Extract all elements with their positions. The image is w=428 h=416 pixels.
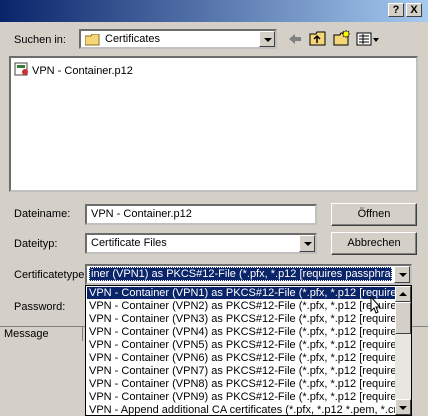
list-item[interactable]: VPN - Container (VPN9) as PKCS#12-File (… <box>87 391 397 403</box>
chevron-down-icon[interactable] <box>259 31 275 47</box>
scroll-down-icon[interactable] <box>395 399 411 415</box>
list-item[interactable]: VPN - Container (VPN8) as PKCS#12-File (… <box>87 378 397 390</box>
view-menu-icon[interactable] <box>356 32 380 49</box>
scroll-up-icon[interactable] <box>395 286 411 302</box>
list-item[interactable]: VPN - Container.p12 <box>14 61 133 80</box>
close-button[interactable]: X <box>406 3 422 17</box>
filetype-select[interactable]: Certificate Files <box>85 233 317 254</box>
folder-icon <box>84 33 101 49</box>
status-message: Message <box>4 328 49 340</box>
new-folder-icon[interactable] <box>333 29 351 50</box>
certtype-value: iner (VPN1) as PKCS#12-File (*.pfx, *.p1… <box>89 267 392 281</box>
list-item[interactable]: VPN - Container (VPN3) as PKCS#12-File (… <box>87 313 397 325</box>
list-item[interactable]: VPN - Append additional CA certificates … <box>87 404 397 415</box>
up-folder-icon[interactable] <box>309 31 327 50</box>
mouse-cursor-icon <box>370 295 382 317</box>
chevron-down-icon[interactable] <box>394 266 410 283</box>
list-item[interactable]: VPN - Container (VPN2) as PKCS#12-File (… <box>87 300 397 312</box>
list-item[interactable]: VPN - Container (VPN1) as PKCS#12-File (… <box>87 287 397 299</box>
list-item[interactable]: VPN - Container (VPN5) as PKCS#12-File (… <box>87 339 397 351</box>
filename-value: VPN - Container.p12 <box>91 208 192 220</box>
certtype-label: Certificatetype: <box>14 269 88 281</box>
list-item[interactable]: VPN - Container (VPN4) as PKCS#12-File (… <box>87 326 397 338</box>
open-button[interactable]: Öffnen <box>331 203 417 226</box>
password-label: Password: <box>14 301 66 313</box>
lookin-combo[interactable]: Certificates <box>79 29 277 49</box>
list-item[interactable]: VPN - Container (VPN6) as PKCS#12-File (… <box>87 352 397 364</box>
filetype-value: Certificate Files <box>91 237 167 249</box>
lookin-value: Certificates <box>105 33 161 45</box>
title-bar: ? X <box>0 0 428 22</box>
help-button[interactable]: ? <box>388 3 404 17</box>
cancel-button[interactable]: Abbrechen <box>331 232 417 255</box>
filename-label: Dateiname: <box>14 208 71 220</box>
filename-input[interactable]: VPN - Container.p12 <box>85 204 317 225</box>
certtype-dropdown[interactable]: VPN - Container (VPN1) as PKCS#12-File (… <box>85 285 412 416</box>
dropdown-scrollbar[interactable] <box>395 286 411 415</box>
filetype-label: Dateityp: <box>14 238 58 250</box>
certtype-select[interactable]: iner (VPN1) as PKCS#12-File (*.pfx, *.p1… <box>85 264 412 285</box>
file-name: VPN - Container.p12 <box>32 64 133 77</box>
status-divider <box>82 327 83 341</box>
chevron-down-icon[interactable] <box>299 235 315 252</box>
scroll-thumb[interactable] <box>395 302 411 334</box>
back-icon[interactable] <box>287 32 303 49</box>
file-list[interactable]: VPN - Container.p12 <box>9 56 418 192</box>
list-item[interactable]: VPN - Container (VPN7) as PKCS#12-File (… <box>87 365 397 377</box>
certificate-file-icon <box>14 61 30 80</box>
lookin-label: Suchen in: <box>14 34 66 46</box>
